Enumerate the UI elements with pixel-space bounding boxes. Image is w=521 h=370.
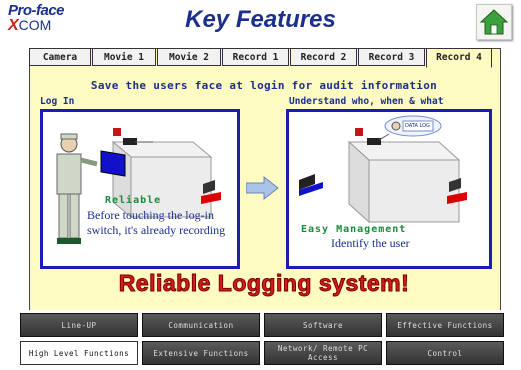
reliable-desc-line-1: Before touching the log-in [87,208,214,222]
data-log-label: DATA LOG [405,123,430,129]
nav-effective-functions-button[interactable]: Effective Functions [386,313,504,337]
management-illustration-frame: DATA LOG Easy Management Identify the us… [286,109,492,269]
understand-label: Understand who, when & what [289,96,444,107]
nav-network-remote-pc-access-button[interactable]: Network/ Remote PC Access [264,341,382,365]
home-button[interactable] [476,4,512,40]
tab-record-3[interactable]: Record 3 [358,48,425,66]
page-title: Key Features [185,6,336,33]
tab-bar: Camera Movie 1 Movie 2 Record 1 Record 2… [29,48,499,68]
right-arrow-icon [246,176,279,200]
slogan-banner: Reliable Logging system! [118,270,410,297]
tab-movie-2[interactable]: Movie 2 [157,48,221,66]
tab-record-4[interactable]: Record 4 [426,48,492,68]
nav-extensive-functions-button[interactable]: Extensive Functions [142,341,260,365]
bottom-navigation: Line-UP Communication Software Effective… [0,310,521,370]
nav-control-button[interactable]: Control [386,341,504,365]
feature-headline: Save the users face at login for audit i… [90,79,438,92]
tab-record-1[interactable]: Record 1 [222,48,289,66]
login-illustration-frame: Reliable Before touching the log-in swit… [40,109,240,269]
tab-record-2[interactable]: Record 2 [290,48,357,66]
reliable-heading: Reliable [105,195,162,206]
nav-software-button[interactable]: Software [264,313,382,337]
login-label: Log In [40,96,75,107]
easy-management-heading: Easy Management [301,224,407,235]
tab-camera[interactable]: Camera [29,48,91,66]
home-icon [479,9,509,35]
nav-high-level-functions-button[interactable]: High Level Functions [20,341,138,365]
header: Pro-face XCOM Key Features [0,0,521,44]
tab-movie-1[interactable]: Movie 1 [92,48,156,66]
login-illustration [56,128,221,244]
nav-line-up-button[interactable]: Line-UP [20,313,138,337]
reliable-desc-line-2: switch, it's already recording [87,223,226,237]
easy-management-desc: Identify the user [331,236,410,250]
nav-communication-button[interactable]: Communication [142,313,260,337]
